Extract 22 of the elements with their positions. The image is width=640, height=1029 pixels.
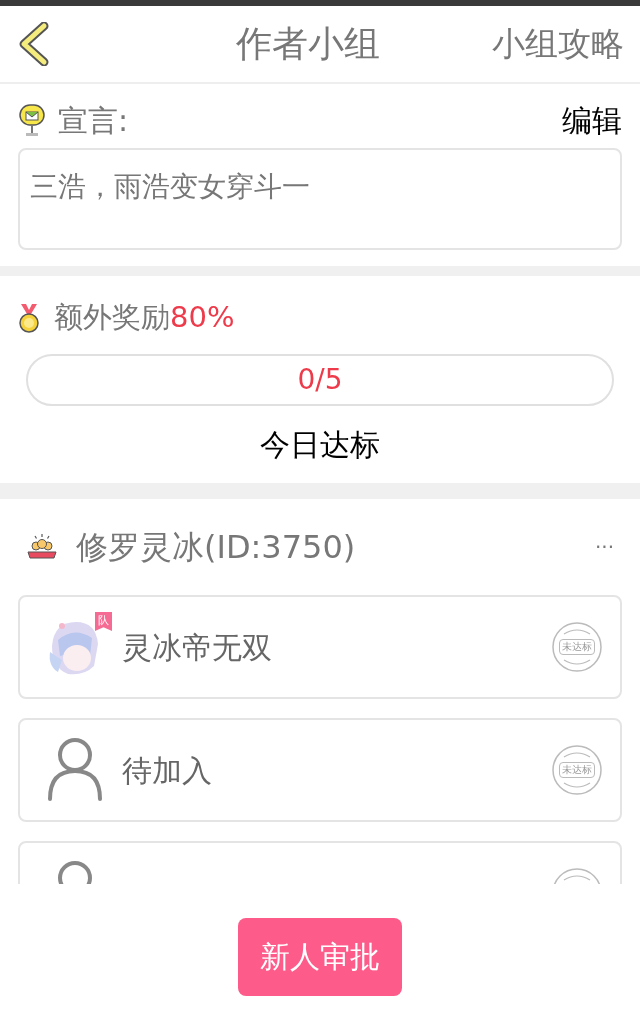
edit-link[interactable]: 编辑: [562, 97, 622, 143]
member-card[interactable]: 待加入 未达标: [18, 718, 622, 822]
member-card[interactable]: 队 灵冰帝无双 未达标: [18, 595, 622, 699]
member-name: 待加入: [122, 751, 213, 790]
member-name: 灵冰帝无双: [122, 628, 273, 667]
medal-icon: [18, 302, 40, 334]
captain-badge: 队: [95, 612, 112, 631]
group-guide-link[interactable]: 小组攻略: [492, 19, 624, 69]
mailbox-icon: [18, 103, 46, 137]
declaration-label: 宣言:: [58, 101, 129, 140]
new-member-approval-button[interactable]: 新人审批: [238, 917, 402, 996]
team-name: 修罗灵冰(ID:3750): [76, 527, 356, 568]
more-button[interactable]: ···: [594, 532, 614, 562]
bonus-label: 额外奖励80%: [54, 299, 235, 337]
progress-reading: 0/5: [297, 362, 343, 398]
page-title: 作者小组: [236, 22, 380, 66]
team-icon: [26, 533, 58, 561]
unqualified-stamp: 未达标: [550, 620, 604, 674]
daily-target-caption: 今日达标: [260, 426, 380, 464]
unqualified-stamp: 未达标: [550, 743, 604, 797]
declaration-text[interactable]: 三浩，雨浩变女穿斗一: [18, 148, 622, 250]
user-icon: [47, 737, 103, 803]
